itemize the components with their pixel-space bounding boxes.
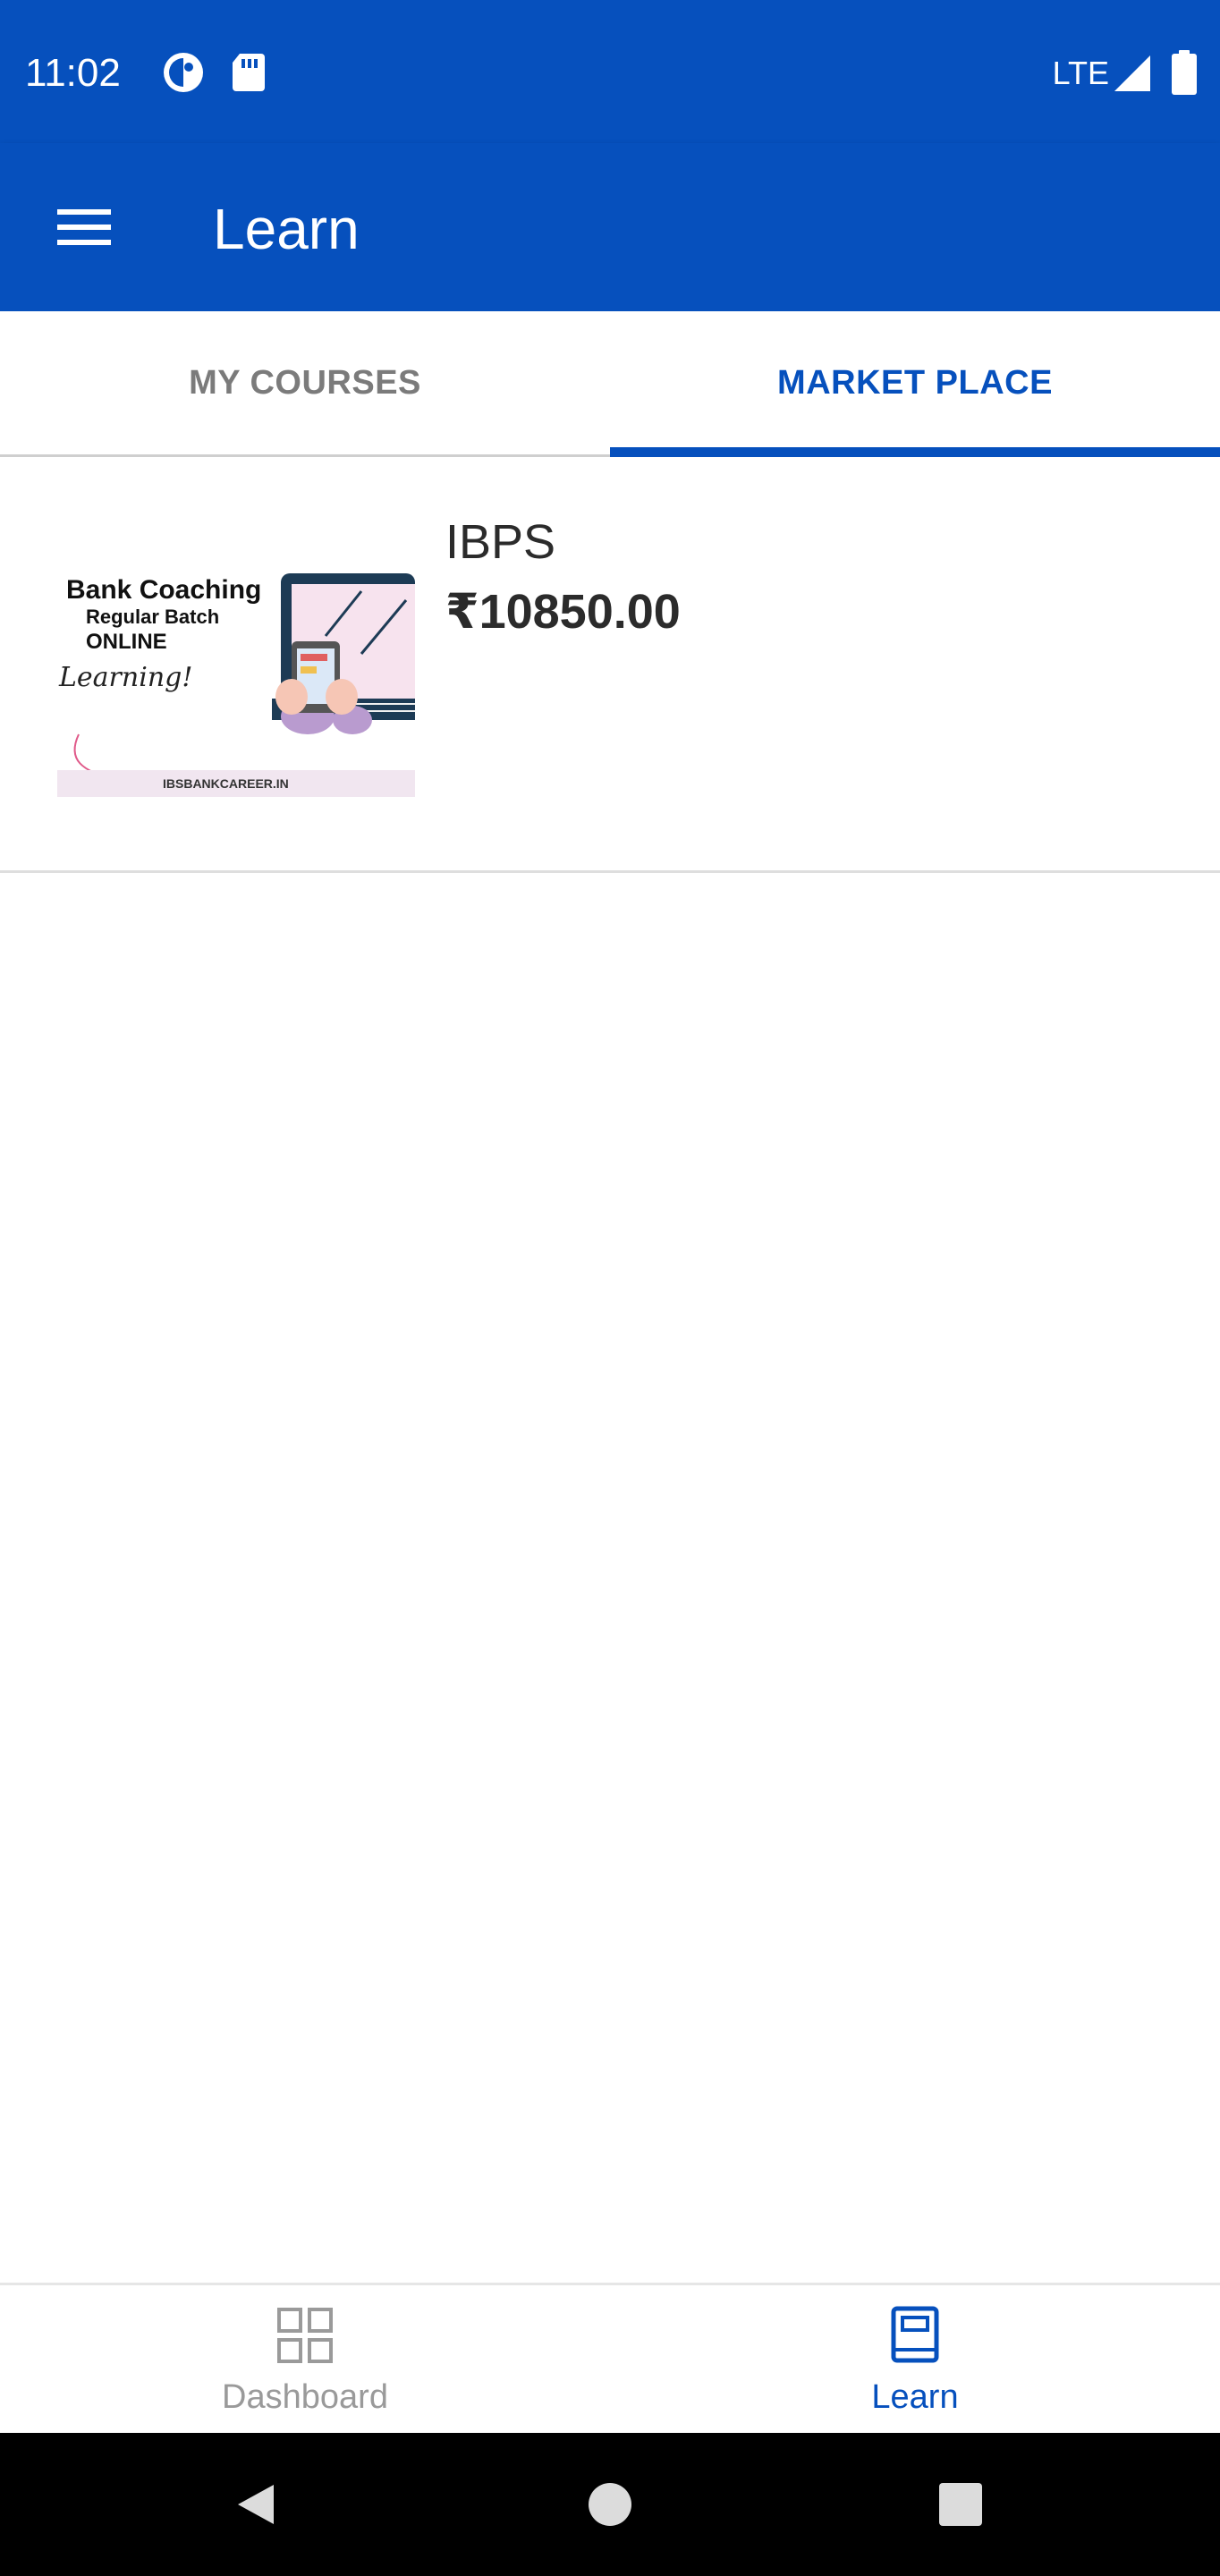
- tab-label: MY COURSES: [189, 363, 421, 402]
- nav-label: Dashboard: [222, 2378, 388, 2416]
- sd-card-icon: [231, 52, 267, 97]
- recents-icon[interactable]: [925, 2469, 996, 2540]
- tab-market-place[interactable]: MARKET PLACE: [610, 311, 1220, 454]
- course-price: ₹10850.00: [445, 585, 681, 639]
- course-list-item[interactable]: Bank Coaching Regular Batch ONLINE Learn…: [0, 457, 1220, 873]
- tab-selected-indicator: [610, 447, 1220, 457]
- network-type: LTE: [1052, 55, 1109, 91]
- thumb-tag: ONLINE: [86, 630, 167, 654]
- thumb-script: Learning!: [58, 662, 192, 693]
- book-icon: [885, 2305, 945, 2366]
- app-bar: Learn: [0, 143, 1220, 311]
- back-icon[interactable]: [220, 2469, 292, 2540]
- signal-icon: [1113, 54, 1152, 97]
- system-navigation-bar: [0, 2433, 1220, 2576]
- battery-icon: [1172, 50, 1197, 99]
- page-title: Learn: [213, 197, 360, 261]
- hamburger-menu-icon[interactable]: [36, 179, 132, 275]
- nav-dashboard[interactable]: Dashboard: [0, 2285, 610, 2436]
- thumb-heading: Bank Coaching: [66, 575, 261, 605]
- tab-bar: MY COURSES MARKET PLACE: [0, 311, 1220, 457]
- dashboard-grid-icon: [275, 2305, 335, 2366]
- nav-learn[interactable]: Learn: [610, 2285, 1220, 2436]
- status-time: 11:02: [25, 51, 121, 95]
- tab-my-courses[interactable]: MY COURSES: [0, 311, 610, 454]
- status-bar: 11:02 LTE: [0, 0, 1220, 143]
- thumb-website: IBSBANKCAREER.IN: [163, 776, 289, 791]
- course-title: IBPS: [445, 515, 556, 569]
- tab-label: MARKET PLACE: [777, 363, 1053, 402]
- thumb-subheading: Regular Batch: [86, 606, 219, 628]
- bottom-navigation: Dashboard Learn: [0, 2283, 1220, 2436]
- data-saver-icon: [161, 50, 206, 99]
- home-icon[interactable]: [574, 2469, 646, 2540]
- course-thumbnail[interactable]: Bank Coaching Regular Batch ONLINE Learn…: [57, 529, 415, 797]
- nav-label: Learn: [871, 2378, 959, 2416]
